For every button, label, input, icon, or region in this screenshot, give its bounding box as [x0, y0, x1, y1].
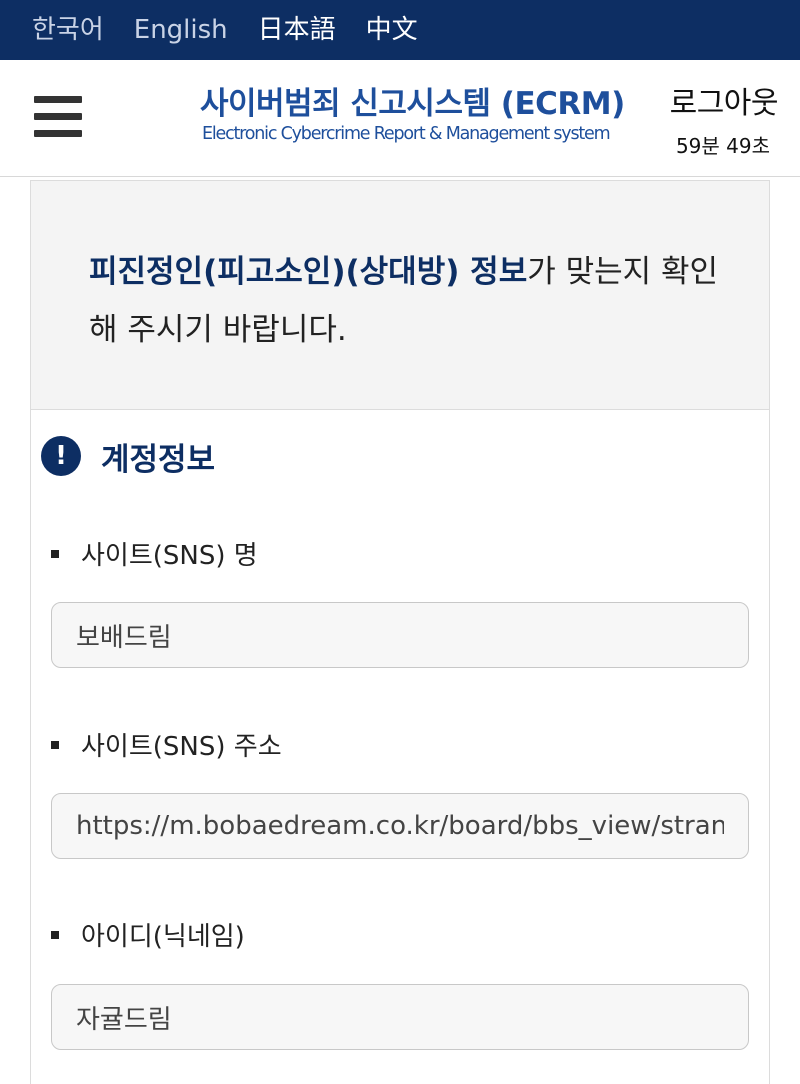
session-timer: 59분 49초	[675, 134, 770, 158]
menu-icon[interactable]	[34, 96, 82, 138]
site-name-label: 사이트(SNS) 명	[51, 535, 258, 572]
exclamation-icon: !	[41, 436, 81, 476]
content-card: 피진정인(피고소인)(상대방) 정보가 맞는지 확인해 주시기 바랍니다. ! …	[30, 180, 770, 1084]
notice-text: 피진정인(피고소인)(상대방) 정보가 맞는지 확인해 주시기 바랍니다.	[89, 243, 729, 359]
site-url-label: 사이트(SNS) 주소	[51, 726, 282, 763]
site-subtitle: Electronic Cybercrime Report & Managemen…	[202, 124, 611, 144]
section-header: ! 계정정보	[41, 436, 216, 478]
site-title[interactable]: 사이버범죄 신고시스템 (ECRM)	[200, 78, 625, 123]
site-url-label-text: 사이트(SNS) 주소	[81, 732, 282, 762]
site-name-label-text: 사이트(SNS) 명	[81, 541, 258, 571]
language-bar: 한국어 English 日本語 中文	[0, 0, 800, 60]
section-title: 계정정보	[101, 441, 216, 478]
site-name-input[interactable]	[51, 602, 749, 668]
lang-japanese[interactable]: 日本語	[258, 0, 336, 60]
site-url-input[interactable]	[51, 793, 749, 859]
lang-chinese[interactable]: 中文	[366, 0, 418, 60]
logout-button[interactable]: 로그아웃	[670, 78, 779, 122]
user-id-label: 아이디(닉네임)	[51, 916, 245, 953]
user-id-label-text: 아이디(닉네임)	[81, 922, 245, 952]
notice-highlight: 피진정인(피고소인)(상대방) 정보	[89, 254, 528, 290]
notice-panel: 피진정인(피고소인)(상대방) 정보가 맞는지 확인해 주시기 바랍니다.	[31, 181, 769, 410]
site-header: 사이버범죄 신고시스템 (ECRM) Electronic Cybercrime…	[0, 60, 800, 177]
lang-english[interactable]: English	[134, 0, 228, 60]
user-id-input[interactable]	[51, 984, 749, 1050]
bullet-icon	[51, 740, 59, 749]
bullet-icon	[51, 930, 59, 939]
lang-korean[interactable]: 한국어	[32, 0, 104, 60]
bullet-icon	[51, 549, 59, 558]
